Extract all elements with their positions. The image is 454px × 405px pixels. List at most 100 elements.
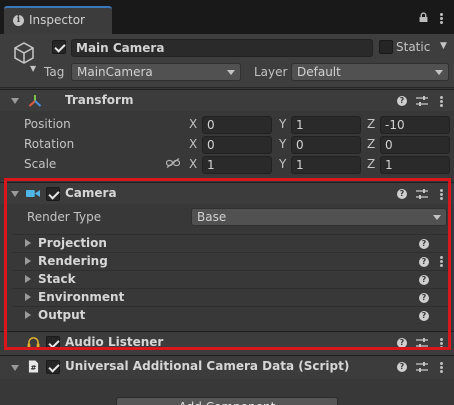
- uacd-title: Universal Additional Camera Data (Script…: [65, 359, 350, 373]
- axis-z-label[interactable]: Z: [367, 117, 375, 131]
- tab-bar: i Inspector: [0, 0, 454, 34]
- layer-value: Default: [297, 65, 341, 79]
- rendering-section[interactable]: Rendering: [38, 254, 108, 268]
- component-menu-icon[interactable]: [440, 362, 443, 373]
- foldout-arrow-icon[interactable]: [25, 311, 31, 319]
- foldout-arrow-icon[interactable]: [25, 257, 31, 265]
- camera-header[interactable]: Camera ?: [0, 182, 454, 204]
- gameobject-name-field[interactable]: Main Camera: [71, 39, 373, 57]
- section-menu-icon[interactable]: [440, 256, 443, 267]
- axis-y-label[interactable]: Y: [279, 157, 286, 171]
- tag-value: MainCamera: [77, 65, 153, 79]
- presets-icon[interactable]: [416, 96, 428, 106]
- stack-section[interactable]: Stack: [38, 272, 76, 286]
- help-icon[interactable]: ?: [419, 239, 429, 249]
- chevron-down-icon: [433, 215, 441, 220]
- scale-y-field[interactable]: 1: [291, 156, 361, 174]
- static-dropdown-icon[interactable]: ▼: [440, 41, 447, 51]
- rotation-y-field[interactable]: 0: [291, 136, 361, 154]
- constrain-proportions-icon[interactable]: [166, 158, 180, 168]
- add-component-button[interactable]: Add Component: [116, 397, 338, 405]
- foldout-arrow-icon[interactable]: [25, 293, 31, 301]
- layer-label: Layer: [254, 65, 288, 79]
- chevron-down-icon: [435, 70, 443, 75]
- scale-z-field[interactable]: 1: [380, 156, 450, 174]
- presets-icon[interactable]: [416, 189, 428, 199]
- projection-section[interactable]: Projection: [38, 236, 107, 250]
- tag-label: Tag: [44, 65, 65, 79]
- audio-listener-enabled-checkbox[interactable]: [46, 336, 60, 350]
- help-icon[interactable]: ?: [419, 293, 429, 303]
- camera-title: Camera: [65, 186, 117, 200]
- position-z-field[interactable]: -10: [380, 116, 450, 134]
- foldout-arrow-icon[interactable]: [11, 191, 19, 197]
- rotation-z-field[interactable]: 0: [380, 136, 450, 154]
- render-type-dropdown[interactable]: Base: [191, 208, 447, 226]
- gameobject-active-checkbox[interactable]: [52, 40, 66, 54]
- scale-x-field[interactable]: 1: [202, 156, 272, 174]
- help-icon[interactable]: ?: [419, 311, 429, 321]
- icon-dropdown-icon[interactable]: ▼: [30, 64, 36, 73]
- presets-icon[interactable]: [416, 338, 428, 348]
- output-section[interactable]: Output: [38, 308, 85, 322]
- audio-listener-title: Audio Listener: [65, 335, 164, 349]
- component-menu-icon[interactable]: [440, 189, 443, 200]
- script-icon: #: [28, 360, 39, 373]
- lock-icon[interactable]: [419, 12, 428, 22]
- help-icon[interactable]: ?: [397, 189, 407, 199]
- section-divider: [12, 288, 452, 289]
- headphones-icon: [27, 337, 40, 348]
- section-divider: [12, 234, 452, 235]
- environment-section[interactable]: Environment: [38, 290, 124, 304]
- render-type-value: Base: [197, 210, 227, 224]
- help-icon[interactable]: ?: [397, 362, 407, 372]
- axis-x-label[interactable]: X: [189, 117, 197, 131]
- help-icon[interactable]: ?: [397, 96, 407, 106]
- axis-z-label[interactable]: Z: [367, 157, 375, 171]
- gameobject-header: ▼ Main Camera Static ▼ Tag MainCamera La…: [0, 34, 454, 88]
- static-label: Static: [396, 40, 431, 54]
- transform-title: Transform: [65, 93, 134, 107]
- camera-enabled-checkbox[interactable]: [46, 187, 60, 201]
- presets-icon[interactable]: [416, 362, 428, 372]
- help-icon[interactable]: ?: [419, 257, 429, 267]
- audio-listener-header[interactable]: Audio Listener ?: [0, 331, 454, 355]
- axis-x-label[interactable]: X: [189, 137, 197, 151]
- tab-inspector[interactable]: i Inspector: [4, 6, 112, 34]
- tab-label: Inspector: [29, 13, 85, 27]
- transform-icon: [28, 95, 42, 107]
- svg-text:#: #: [30, 363, 36, 372]
- section-divider: [12, 306, 452, 307]
- foldout-arrow-icon[interactable]: [11, 98, 19, 104]
- component-menu-icon[interactable]: [440, 96, 443, 107]
- layer-dropdown[interactable]: Default: [291, 63, 449, 81]
- section-divider: [12, 270, 452, 271]
- render-type-label: Render Type: [27, 210, 102, 224]
- rotation-x-field[interactable]: 0: [202, 136, 272, 154]
- gameobject-cube-icon[interactable]: [11, 40, 37, 66]
- position-label: Position: [24, 117, 71, 131]
- position-y-field[interactable]: 1: [291, 116, 361, 134]
- help-icon[interactable]: ?: [419, 275, 429, 285]
- axis-z-label[interactable]: Z: [367, 137, 375, 151]
- rotation-label: Rotation: [24, 137, 75, 151]
- component-menu-icon[interactable]: [440, 338, 443, 349]
- uacd-header[interactable]: # Universal Additional Camera Data (Scri…: [0, 355, 454, 379]
- position-x-field[interactable]: 0: [202, 116, 272, 134]
- static-checkbox[interactable]: [379, 40, 393, 54]
- foldout-arrow-icon[interactable]: [25, 239, 31, 247]
- transform-header[interactable]: Transform ?: [0, 89, 454, 111]
- section-divider: [12, 252, 452, 253]
- foldout-arrow-icon[interactable]: [11, 365, 19, 371]
- info-icon: i: [13, 15, 24, 26]
- window-menu-icon[interactable]: [440, 13, 443, 24]
- chevron-down-icon: [227, 70, 235, 75]
- tag-dropdown[interactable]: MainCamera: [71, 63, 241, 81]
- axis-y-label[interactable]: Y: [279, 117, 286, 131]
- axis-y-label[interactable]: Y: [279, 137, 286, 151]
- scale-label: Scale: [24, 157, 57, 171]
- foldout-arrow-icon[interactable]: [25, 275, 31, 283]
- help-icon[interactable]: ?: [397, 338, 407, 348]
- uacd-enabled-checkbox[interactable]: [46, 360, 60, 374]
- axis-x-label[interactable]: X: [189, 157, 197, 171]
